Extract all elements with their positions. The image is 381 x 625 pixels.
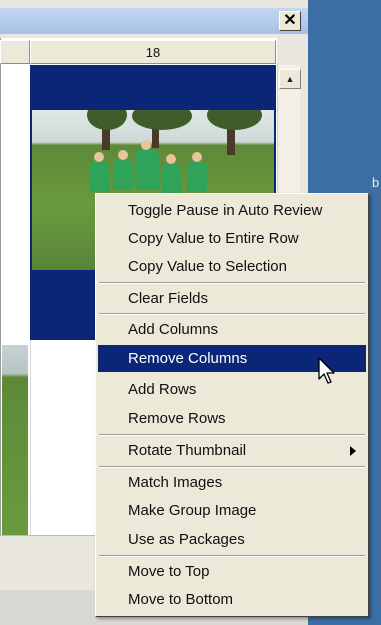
menu-item-label: Move to Top	[128, 563, 210, 580]
menu-item-label: Use as Packages	[128, 531, 245, 548]
menu-item-add-columns[interactable]: Add Columns	[98, 316, 366, 343]
menu-item-remove-rows[interactable]: Remove Rows	[98, 405, 366, 432]
menu-item-copy-value-selection[interactable]: Copy Value to Selection	[98, 253, 366, 280]
menu-item-rotate-thumbnail[interactable]: Rotate Thumbnail	[98, 437, 366, 464]
menu-item-move-to-bottom[interactable]: Move to Bottom	[98, 586, 366, 613]
grid-divider	[30, 340, 31, 535]
menu-separator	[99, 434, 365, 436]
close-button[interactable]: ✕	[279, 11, 301, 31]
grid-footer	[0, 535, 100, 591]
menu-separator	[99, 555, 365, 557]
close-icon: ✕	[283, 12, 297, 29]
column-header-18[interactable]: 18	[30, 40, 276, 64]
menu-item-label: Rotate Thumbnail	[128, 442, 247, 459]
menu-item-use-as-packages[interactable]: Use as Packages	[98, 526, 366, 553]
menu-item-label: Match Images	[128, 474, 223, 491]
menu-item-make-group-image[interactable]: Make Group Image	[98, 497, 366, 524]
window-titlebar	[0, 8, 308, 34]
menu-item-label: Add Rows	[128, 381, 197, 398]
menu-separator	[99, 313, 365, 315]
scroll-up-arrow-icon: ▲	[285, 74, 295, 84]
menu-item-copy-value-row[interactable]: Copy Value to Entire Row	[98, 225, 366, 252]
menu-item-label: Copy Value to Selection	[128, 258, 287, 275]
menu-item-toggle-pause[interactable]: Toggle Pause in Auto Review	[98, 197, 366, 224]
menu-item-label: Remove Columns	[128, 350, 248, 367]
menu-item-label: Move to Bottom	[128, 591, 234, 608]
menu-separator	[99, 282, 365, 284]
menu-item-label: Make Group Image	[128, 502, 257, 519]
column-header-previous[interactable]	[0, 40, 30, 64]
desktop-text-fragment: b	[372, 175, 380, 190]
menu-item-label: Copy Value to Entire Row	[128, 230, 299, 247]
submenu-arrow-icon	[350, 446, 356, 456]
menu-item-label: Toggle Pause in Auto Review	[128, 202, 323, 219]
menu-item-label: Clear Fields	[128, 290, 209, 307]
context-menu: Toggle Pause in Auto Review Copy Value t…	[95, 193, 369, 617]
thumbnail-left-partial[interactable]	[2, 345, 28, 535]
scroll-up-button[interactable]: ▲	[279, 69, 301, 89]
mouse-pointer-icon	[318, 357, 335, 384]
menu-item-match-images[interactable]: Match Images	[98, 469, 366, 496]
menu-item-label: Remove Rows	[128, 410, 226, 427]
menu-separator	[99, 466, 365, 468]
menu-item-label: Add Columns	[128, 321, 219, 338]
menu-item-move-to-top[interactable]: Move to Top	[98, 558, 366, 585]
menu-item-clear-fields[interactable]: Clear Fields	[98, 285, 366, 312]
